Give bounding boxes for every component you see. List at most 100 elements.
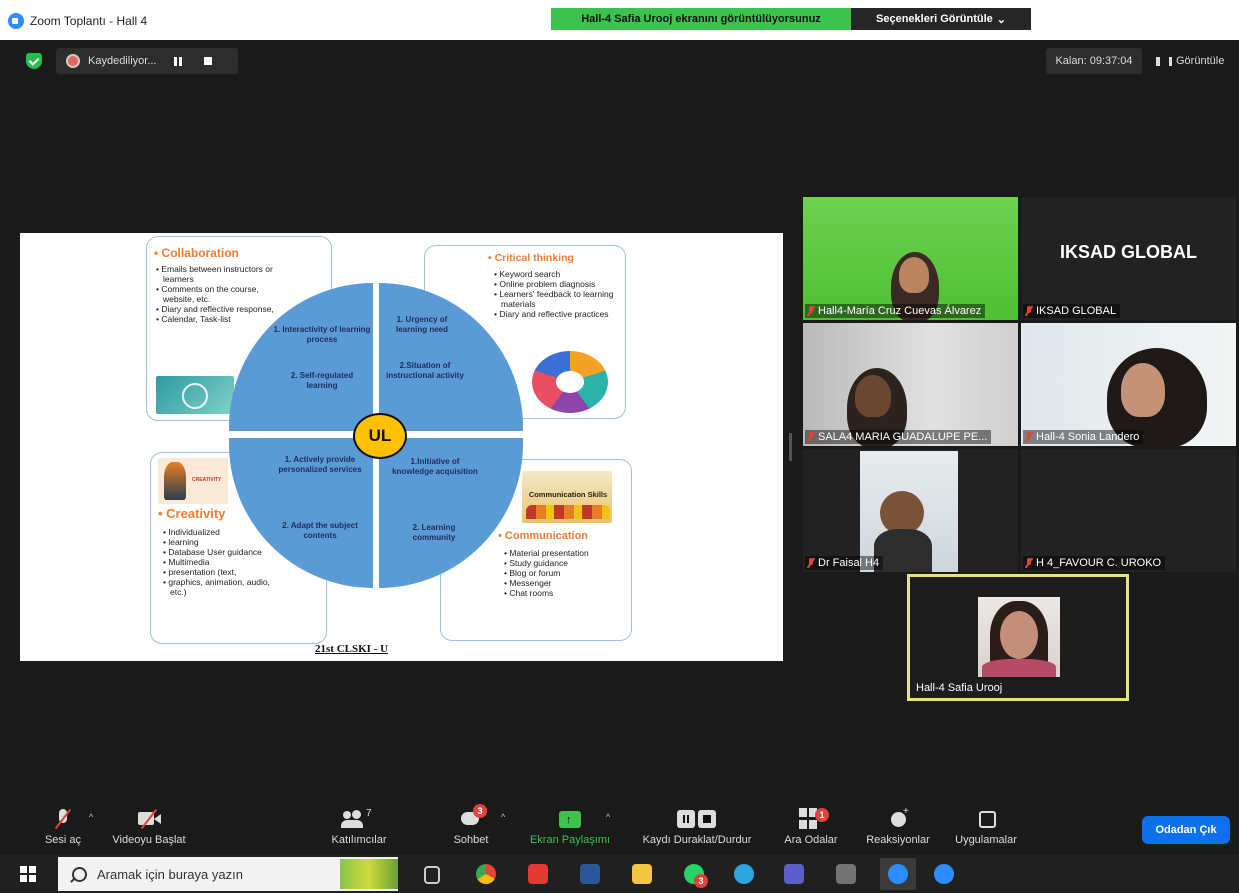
participants-count: 7 — [366, 808, 372, 819]
mic-muted-icon — [1025, 306, 1033, 316]
zoom-taskbar-icon[interactable] — [880, 858, 916, 890]
participant-video — [860, 451, 958, 572]
list-item: graphics, animation, audio, etc.) — [168, 577, 280, 597]
whatsapp-badge: 3 — [694, 874, 708, 888]
q1-text-b: 2. Self-regulated learning — [290, 371, 354, 390]
lightbulb-icon — [556, 371, 584, 393]
start-video-label: Videoyu Başlat — [112, 834, 186, 846]
word-icon[interactable] — [580, 864, 600, 884]
shared-slide: • Collaboration Emails between instructo… — [20, 233, 783, 661]
participant-display-name: IKSAD GLOBAL — [1060, 242, 1197, 262]
unmute-button[interactable]: Sesi aç — [40, 808, 86, 846]
start-video-button[interactable]: Videoyu Başlat — [112, 808, 186, 846]
breakout-badge: 1 — [815, 808, 829, 822]
window-title: Zoom Toplantı - Hall 4 — [30, 14, 148, 28]
list-item: presentation (text, — [168, 567, 280, 577]
audio-options-caret[interactable]: ^ — [89, 812, 93, 822]
critical-thinking-title: • Critical thinking — [488, 252, 574, 264]
list-item: Material presentation — [509, 548, 631, 558]
q3-text-a: 1. Actively provide personalized service… — [278, 455, 362, 474]
pause-icon[interactable] — [174, 56, 183, 66]
list-item: Keyword search — [499, 269, 631, 279]
mic-muted-icon — [52, 808, 74, 830]
chat-button[interactable]: 3 Sohbet — [446, 804, 496, 846]
mic-muted-icon — [807, 432, 815, 442]
participant-name: H 4_FAVOUR C. UROKO — [1036, 557, 1162, 569]
participant-tile[interactable]: Dr Faisal H4 — [803, 449, 1018, 572]
q2-text-a: 1. Urgency of learning need — [395, 315, 448, 334]
communication-label: Communication Skills — [528, 490, 608, 499]
share-screen-button[interactable]: ↑ Ekran Paylaşımı — [525, 808, 615, 846]
participant-name-label: IKSAD GLOBAL — [1023, 304, 1121, 318]
task-view-icon[interactable] — [424, 866, 440, 884]
participant-name-label: Hall4-María Cruz Cuevas Álvarez — [805, 304, 986, 318]
panel-splitter[interactable] — [789, 433, 792, 461]
title-bar: Zoom Toplantı - Hall 4 Hall-4 Safia Uroo… — [0, 0, 1239, 40]
chat-badge: 3 — [473, 804, 487, 818]
reactions-button[interactable]: + Reaksiyonlar — [858, 806, 938, 846]
collaboration-title: • Collaboration — [154, 246, 239, 260]
breakout-rooms-label: Ara Odalar — [784, 834, 838, 846]
acrobat-icon[interactable] — [528, 864, 548, 884]
pause-stop-icon — [677, 808, 717, 830]
creativity-list: Individualized learning Database User gu… — [161, 527, 280, 597]
file-explorer-icon[interactable] — [632, 864, 652, 884]
critical-thinking-list: Keyword search Online problem diagnosis … — [492, 269, 631, 319]
q2-text-b: 2.Situation of instructional activity — [386, 361, 464, 380]
search-placeholder: Aramak için buraya yazın — [97, 866, 243, 882]
active-speaker-tile[interactable]: Hall-4 Safia Urooj — [907, 574, 1129, 701]
participant-name: Hall4-María Cruz Cuevas Álvarez — [818, 305, 982, 317]
apps-icon — [975, 808, 997, 830]
windows-start-icon[interactable] — [20, 866, 36, 882]
participant-name: Hall-4 Safia Urooj — [916, 682, 1003, 694]
mic-muted-icon — [1025, 558, 1033, 568]
bamboo-image — [340, 859, 398, 889]
list-item: Blog or forum — [509, 568, 631, 578]
creativity-head-icon — [164, 462, 186, 500]
chat-options-caret[interactable]: ^ — [501, 812, 505, 822]
share-screen-label: Ekran Paylaşımı — [529, 834, 611, 846]
list-item: Online problem diagnosis — [499, 279, 631, 289]
list-item: Calendar, Task-list — [161, 314, 283, 324]
share-options-caret[interactable]: ^ — [606, 812, 610, 822]
view-button[interactable]: Görüntüle — [1156, 48, 1224, 74]
security-shield-icon[interactable] — [26, 53, 42, 69]
whatsapp-icon[interactable]: 3 — [684, 864, 708, 888]
stop-icon[interactable] — [204, 57, 213, 65]
communication-list: Material presentation Study guidance Blo… — [502, 548, 631, 598]
participants-label: Katılımcılar — [331, 834, 387, 846]
leave-meeting-button[interactable]: Odadan Çık — [1142, 816, 1230, 844]
list-item: Emails between instructors or learners — [161, 264, 283, 284]
telegram-icon[interactable] — [734, 864, 754, 884]
participant-tile[interactable]: IKSAD GLOBAL IKSAD GLOBAL — [1021, 197, 1236, 320]
participants-button[interactable]: 7 Katılımcılar — [324, 808, 394, 846]
participant-tile[interactable]: H 4_FAVOUR C. UROKO — [1021, 449, 1236, 572]
people-icons — [526, 505, 610, 519]
participant-face — [1121, 363, 1165, 417]
grid-view-icon — [1156, 56, 1172, 66]
participant-tile[interactable]: Hall-4 Sonia Landero — [1021, 323, 1236, 446]
list-item: Multimedia — [168, 557, 280, 567]
remaining-time: Kalan: 09:37:04 — [1046, 48, 1142, 74]
teams-icon[interactable] — [784, 864, 804, 884]
meeting-toolbar: Sesi aç ^ Videoyu Başlat 7 Katılımcılar … — [0, 800, 1239, 855]
zoom-taskbar-icon-2[interactable] — [934, 864, 954, 884]
slide-caption: 21st CLSKI - U — [315, 643, 389, 655]
participant-tile[interactable]: SALA4 MARIA GUADALUPE PE... — [803, 323, 1018, 446]
screen-share-banner: Hall-4 Safia Urooj ekranını görüntülüyor… — [551, 8, 851, 30]
mic-muted-icon — [807, 558, 815, 568]
breakout-rooms-button[interactable]: 1 Ara Odalar — [778, 808, 844, 846]
participant-name: Dr Faisal H4 — [818, 557, 880, 569]
chat-label: Sohbet — [453, 834, 489, 846]
list-item: Database User guidance — [168, 547, 280, 557]
creativity-title: • Creativity — [158, 506, 226, 521]
chrome-icon[interactable] — [476, 864, 496, 884]
participant-tile[interactable]: Hall4-María Cruz Cuevas Álvarez — [803, 197, 1018, 320]
apps-label: Uygulamalar — [955, 834, 1017, 846]
ul-center-circle: UL — [353, 413, 407, 459]
apps-button[interactable]: Uygulamalar — [946, 808, 1026, 846]
participant-face — [855, 375, 891, 417]
view-options-button[interactable]: Seçenekleri Görüntüle ⌄ — [851, 8, 1031, 30]
record-control-button[interactable]: Kaydı Duraklat/Durdur — [630, 808, 764, 846]
calculator-icon[interactable] — [836, 864, 856, 884]
